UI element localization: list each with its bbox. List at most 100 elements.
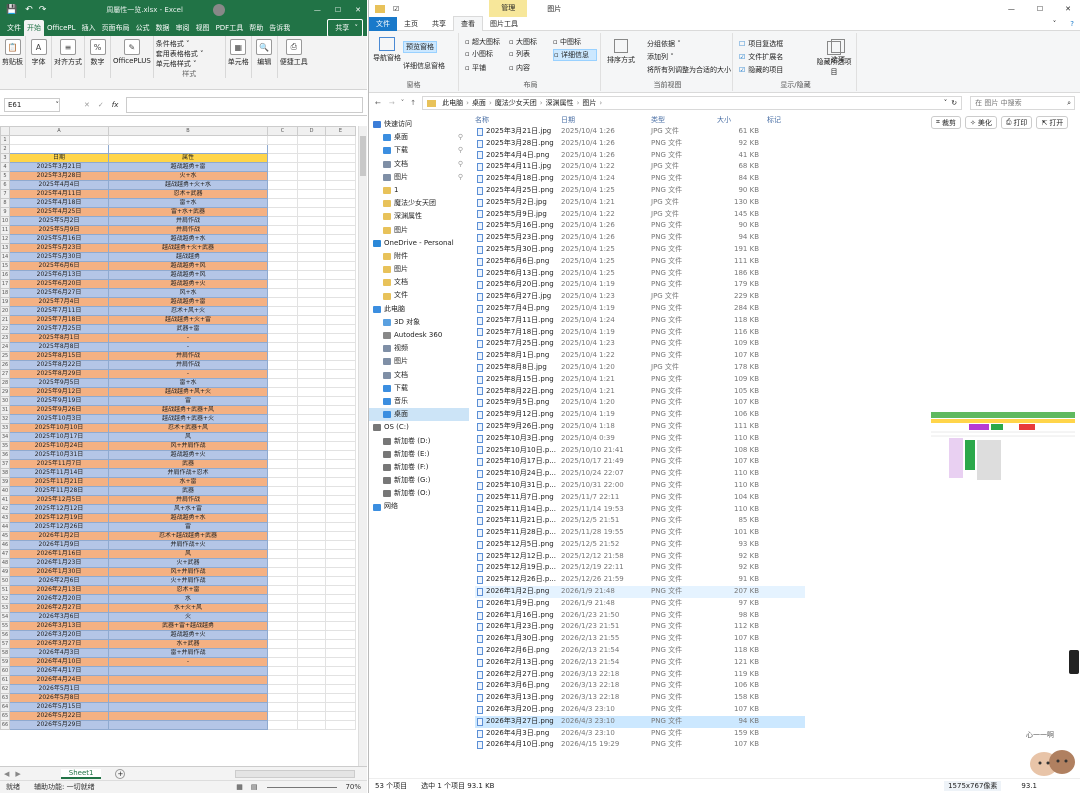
row-number[interactable]: 44 (0, 522, 10, 532)
nav-pane-button[interactable]: 导航窗格 (372, 37, 402, 63)
attribute-cell[interactable]: 武器 (108, 459, 268, 469)
add-sheet-button[interactable]: + (115, 768, 126, 779)
row-number[interactable]: 49 (0, 567, 10, 577)
file-row[interactable]: 2025年12月19日.p... 2025/12/19 22:11 PNG 文件 92… (475, 562, 805, 574)
date-cell[interactable]: 2025年5月16日 (9, 234, 109, 244)
cell[interactable] (267, 450, 298, 460)
date-cell[interactable]: 2025年9月12日 (9, 387, 109, 397)
show-hide-checkbox[interactable]: ☑ 文件扩展名 (739, 52, 783, 62)
table-format-button[interactable]: 套用表格格式 ˅ (156, 49, 204, 59)
row-number[interactable]: 25 (0, 351, 10, 361)
column-header[interactable]: E (325, 126, 356, 136)
cell[interactable] (325, 306, 356, 316)
attribute-cell[interactable]: 并肩作战+火 (108, 540, 268, 550)
cell[interactable] (325, 657, 356, 667)
date-cell[interactable]: 2025年10月17日 (9, 432, 109, 442)
cell[interactable] (325, 558, 356, 568)
cell[interactable] (297, 315, 326, 325)
file-row[interactable]: 2025年3月21日.jpg 2025/10/4 1:26 JPG 文件 61 KB (475, 126, 805, 138)
cell[interactable] (297, 720, 326, 730)
row-number[interactable]: 55 (0, 621, 10, 631)
cell[interactable] (297, 396, 326, 406)
nav-item[interactable]: 文档 (369, 276, 469, 289)
row-number[interactable]: 27 (0, 369, 10, 379)
date-cell[interactable]: 2026年3月6日 (9, 612, 109, 622)
qat-properties-icon[interactable]: ☑ (393, 5, 399, 13)
cell[interactable] (267, 216, 298, 226)
file-row[interactable]: 2025年4月18日.png 2025/10/4 1:24 PNG 文件 84 KB (475, 173, 805, 185)
file-row[interactable]: 2026年1月9日.png 2026/1/9 21:48 PNG 文件 97 KB (475, 598, 805, 610)
file-row[interactable]: 2026年1月2日.png 2026/1/9 21:48 PNG 文件 207 KB (475, 586, 805, 598)
sheet-tab[interactable]: Sheet1 (60, 768, 102, 779)
cell[interactable] (297, 549, 326, 559)
cell[interactable] (297, 378, 326, 388)
row-number[interactable]: 35 (0, 441, 10, 451)
cell[interactable] (325, 369, 356, 379)
row-number[interactable]: 9 (0, 207, 10, 217)
file-row[interactable]: 2025年11月21日.p... 2025/12/5 21:51 PNG 文件 85 … (475, 515, 805, 527)
attribute-cell[interactable]: 武器+雷 (108, 324, 268, 334)
file-row[interactable]: 2026年1月23日.png 2026/1/23 21:51 PNG 文件 112 K… (475, 621, 805, 633)
date-cell[interactable]: 2025年12月26日 (9, 522, 109, 532)
cell[interactable] (297, 324, 326, 334)
file-row[interactable]: 2025年6月20日.png 2025/10/4 1:19 PNG 文件 179 KB (475, 279, 805, 291)
cell[interactable] (267, 486, 298, 496)
layout-option[interactable]: ▫ 中图标 (553, 37, 597, 47)
cell[interactable] (297, 270, 326, 280)
recent-icon[interactable]: ˅ (401, 99, 405, 107)
cell[interactable] (325, 324, 356, 334)
attribute-cell[interactable]: 并肩作战 (108, 216, 268, 226)
cell[interactable] (325, 702, 356, 712)
row-number[interactable]: 64 (0, 702, 10, 712)
attribute-cell[interactable]: 越战越勇+雷 (108, 297, 268, 307)
cell[interactable] (297, 279, 326, 289)
file-row[interactable]: 2025年7月18日.png 2025/10/4 1:19 PNG 文件 116 KB (475, 327, 805, 339)
file-row[interactable]: 2025年12月26日.p... 2025/12/26 21:59 PNG 文件 91… (475, 574, 805, 586)
cell[interactable] (267, 144, 298, 154)
cell[interactable] (297, 288, 326, 298)
row-number[interactable]: 23 (0, 333, 10, 343)
attribute-cell[interactable]: 火+武器 (108, 558, 268, 568)
side-scroll-handle[interactable] (1069, 650, 1079, 674)
ribbon-group-percent[interactable]: % 数字 (85, 36, 111, 78)
date-cell[interactable]: 2026年4月10日 (9, 657, 109, 667)
date-cell[interactable]: 2025年11月28日 (9, 486, 109, 496)
date-cell[interactable]: 2025年9月5日 (9, 378, 109, 388)
attribute-cell[interactable]: 武器+雷+越战越勇 (108, 621, 268, 631)
cell[interactable] (267, 261, 298, 271)
cell[interactable] (325, 540, 356, 550)
date-cell[interactable]: 2025年10月31日 (9, 450, 109, 460)
tab-share[interactable]: 共享 (425, 17, 453, 31)
cell[interactable] (325, 639, 356, 649)
preview-crop-button[interactable]: ⌗ 裁剪 (931, 116, 961, 129)
cell[interactable] (267, 468, 298, 478)
nav-item[interactable]: 新加卷 (O:) (369, 487, 469, 500)
cell[interactable] (297, 531, 326, 541)
layout-option[interactable]: ▫ 内容 (509, 63, 553, 73)
row-number[interactable]: 30 (0, 396, 10, 406)
row-number[interactable]: 21 (0, 315, 10, 325)
row-number[interactable]: 22 (0, 324, 10, 334)
back-icon[interactable]: ← (375, 99, 381, 107)
attribute-cell[interactable]: 忍术+越战越勇+武器 (108, 531, 268, 541)
nav-item[interactable]: 附件 (369, 250, 469, 263)
cell[interactable] (267, 657, 298, 667)
cell[interactable] (325, 684, 356, 694)
attribute-cell[interactable]: 越战越勇+火+雷 (108, 315, 268, 325)
details-pane-button[interactable]: 详细信息窗格 (403, 61, 445, 71)
cell[interactable] (297, 540, 326, 550)
row-number[interactable]: 62 (0, 684, 10, 694)
file-row[interactable]: 2025年8月15日.png 2025/10/4 1:21 PNG 文件 109 KB (475, 374, 805, 386)
cell[interactable] (267, 585, 298, 595)
cell[interactable] (325, 288, 356, 298)
layout-option[interactable]: ▫ 小图标 (465, 49, 509, 61)
date-cell[interactable]: 2025年10月10日 (9, 423, 109, 433)
cell[interactable] (325, 441, 356, 451)
attribute-cell[interactable]: - (108, 333, 268, 343)
sort-button[interactable]: 排序方式 (607, 39, 635, 65)
file-row[interactable]: 2025年7月11日.png 2025/10/4 1:24 PNG 文件 118 KB (475, 315, 805, 327)
cell[interactable] (325, 270, 356, 280)
attribute-cell[interactable]: 水 (108, 594, 268, 604)
cell[interactable] (267, 234, 298, 244)
cell[interactable] (267, 297, 298, 307)
